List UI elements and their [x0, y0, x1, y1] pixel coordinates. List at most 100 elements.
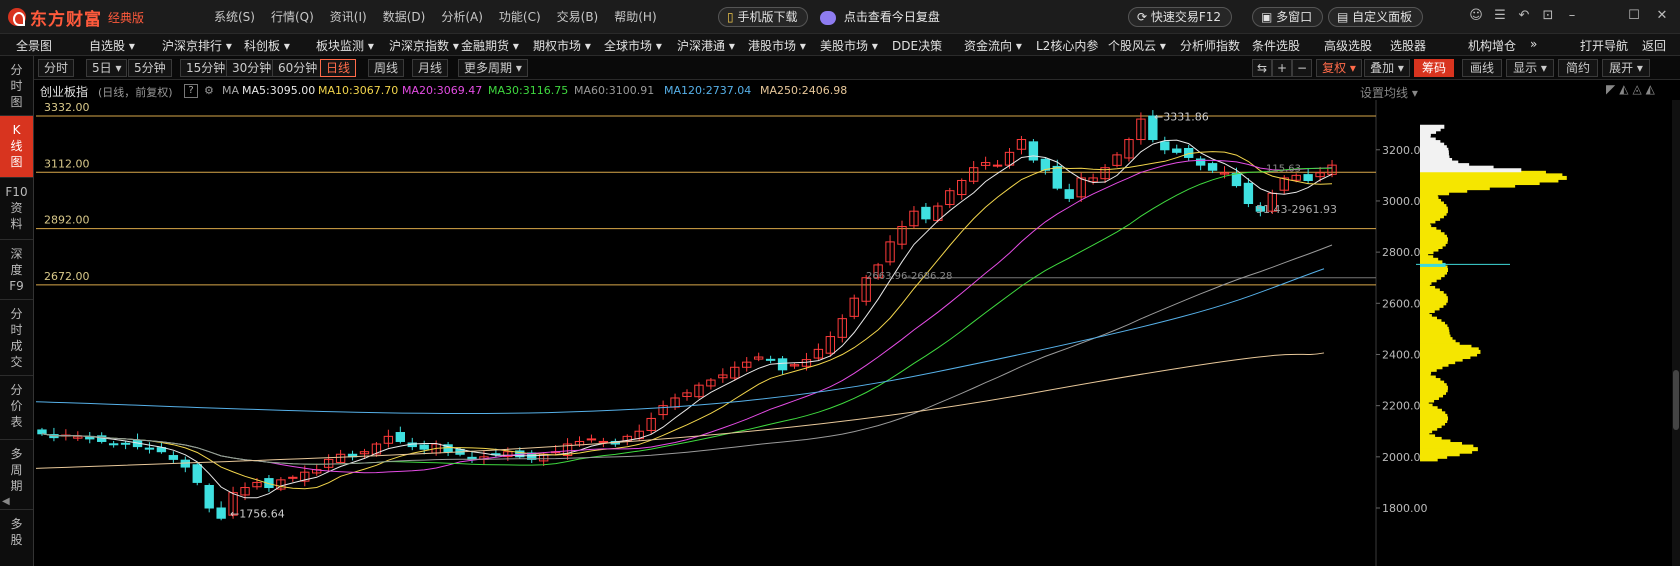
nav-sector-monitor[interactable]: 板块监测 ▾ [316, 37, 374, 54]
ma20-line [41, 159, 1333, 474]
nav-connect[interactable]: 沪深港通 ▾ [677, 37, 735, 54]
display-select[interactable]: 显示 ▾ [1506, 59, 1554, 77]
multi-window-button[interactable]: ▣ 多窗口 [1252, 7, 1324, 27]
period-intraday[interactable]: 分时 [38, 59, 75, 77]
maximize-icon[interactable]: ☐ [1624, 8, 1644, 24]
menu-help[interactable]: 帮助(H) [606, 8, 664, 26]
nav-screener[interactable]: 选股器 [1390, 37, 1426, 54]
scroll-thumb[interactable] [1673, 370, 1679, 430]
menu-system[interactable]: 系统(S) [206, 8, 263, 26]
period-5min[interactable]: 5分钟 [128, 59, 172, 77]
period-5day[interactable]: 5日 ▾ [86, 59, 128, 77]
sidebar-kline[interactable]: K 线 图 [0, 116, 33, 178]
main-menu: 系统(S) 行情(Q) 资讯(I) 数据(D) 分析(A) 功能(C) 交易(B… [206, 8, 665, 26]
fit-icon[interactable]: ⇆ [1252, 59, 1272, 77]
candle-body [598, 440, 609, 443]
menu-icon[interactable]: ☰ [1490, 8, 1510, 24]
zoom-in-icon[interactable]: + [1272, 59, 1292, 77]
simple-button[interactable]: 简约 [1558, 59, 1598, 77]
period-daily[interactable]: 日线 [320, 59, 357, 77]
expand-select[interactable]: 展开 ▾ [1602, 59, 1650, 77]
nav-condition[interactable]: 条件选股 [1252, 37, 1300, 54]
draw-line-button[interactable]: 画线 [1462, 59, 1502, 77]
user-icon[interactable]: ☺ [1466, 8, 1486, 24]
chips-button[interactable]: 筹码 [1414, 59, 1454, 77]
period-more[interactable]: 更多周期 ▾ [458, 59, 528, 77]
candle-body [992, 164, 1003, 167]
kline-chart[interactable]: 3332.003112.002892.002672.003200.003000.… [34, 100, 1672, 566]
menu-quote[interactable]: 行情(Q) [263, 8, 322, 26]
candle-body [1243, 182, 1254, 205]
quick-trade-button[interactable]: ⟳ 快速交易F12 [1128, 7, 1233, 27]
small-annotation: 115.63 [1266, 164, 1301, 175]
nav-bar: 全景图 自选股 ▾ 沪深京排行 ▾ 科创板 ▾ 板块监测 ▾ 沪深京指数 ▾ 金… [0, 34, 1680, 56]
sidebar-price-table[interactable]: 分 价 表 [0, 376, 33, 440]
window-icon: ▣ [1261, 10, 1273, 24]
sidebar-f10[interactable]: F10 资 料 [0, 178, 33, 240]
candle-body [1052, 165, 1062, 189]
set-ma-button[interactable]: 设置均线 ▾ [1360, 84, 1418, 101]
nav-more[interactable]: » [1530, 37, 1537, 51]
candle-body [204, 484, 214, 509]
nav-advanced[interactable]: 高级选股 [1324, 37, 1372, 54]
nav-fin-futures[interactable]: 金融期货 ▾ [461, 37, 519, 54]
nav-index[interactable]: 沪深京指数 ▾ [389, 37, 459, 54]
settings-icon[interactable]: ⚙ [204, 84, 214, 97]
sidebar-intraday[interactable]: 分 时 图 [0, 56, 33, 116]
candle-body [1303, 174, 1313, 181]
nav-watchlist[interactable]: 自选股 ▾ [89, 37, 135, 54]
period-30min[interactable]: 30分钟 [226, 59, 278, 77]
nav-panorama[interactable]: 全景图 [16, 37, 52, 54]
review-today-link[interactable]: 点击查看今日复盘 [820, 8, 940, 26]
close-icon[interactable]: ✕ [1652, 8, 1672, 24]
help-icon[interactable]: ? [184, 84, 198, 98]
menu-info[interactable]: 资讯(I) [322, 8, 375, 26]
nav-ranking[interactable]: 沪深京排行 ▾ [162, 37, 232, 54]
mobile-download-button[interactable]: ▯ 手机版下载 [718, 7, 809, 27]
period-weekly[interactable]: 周线 [368, 59, 405, 77]
ma5-value: MA5:3095.00 [242, 84, 316, 97]
ma60-value: MA60:3100.91 [574, 84, 655, 97]
sidebar-multi-stock[interactable]: 多 股 [0, 510, 33, 566]
menu-data[interactable]: 数据(D) [375, 8, 434, 26]
nav-analyst[interactable]: 分析师指数 [1180, 37, 1240, 54]
period-60min[interactable]: 60分钟 [272, 59, 324, 77]
skin-icon[interactable]: ⊡ [1538, 8, 1558, 24]
candle-body [777, 358, 788, 371]
chart-mode-icons[interactable]: ◤◭◬◭ [1606, 82, 1659, 96]
nav-us[interactable]: 美股市场 ▾ [820, 37, 878, 54]
nav-inst[interactable]: 机构增仓 [1468, 37, 1516, 54]
vertical-scrollbar[interactable] [1672, 100, 1680, 566]
collapse-left-icon[interactable]: ◀ [2, 496, 10, 507]
candle-body [37, 429, 47, 435]
candle-body [1172, 148, 1182, 153]
candle-body [108, 443, 119, 446]
nav-options[interactable]: 期权市场 ▾ [533, 37, 591, 54]
nav-back[interactable]: 返回 [1642, 37, 1666, 54]
nav-hk[interactable]: 港股市场 ▾ [748, 37, 806, 54]
period-15min[interactable]: 15分钟 [180, 59, 232, 77]
menu-analysis[interactable]: 分析(A) [433, 8, 491, 26]
nav-open-guide[interactable]: 打开导航 [1580, 37, 1628, 54]
overlay-select[interactable]: 叠加 ▾ [1364, 59, 1410, 77]
nav-star-market[interactable]: 科创板 ▾ [244, 37, 290, 54]
minimize-icon[interactable]: – [1562, 8, 1582, 24]
candle-body [1160, 141, 1170, 151]
ma20-value: MA20:3069.47 [402, 84, 483, 97]
fuquan-select[interactable]: 复权 ▾ [1316, 59, 1362, 77]
nav-fund-flow[interactable]: 资金流向 ▾ [964, 37, 1022, 54]
y-tick-label: 1800.00 [1382, 502, 1428, 515]
undo-icon[interactable]: ↶ [1514, 8, 1534, 24]
nav-l2[interactable]: L2核心内参 [1036, 37, 1098, 54]
zoom-out-icon[interactable]: − [1292, 59, 1312, 77]
menu-trade[interactable]: 交易(B) [549, 8, 607, 26]
nav-global[interactable]: 全球市场 ▾ [604, 37, 662, 54]
menu-function[interactable]: 功能(C) [491, 8, 549, 26]
sidebar-trades[interactable]: 分 时 成 交 [0, 300, 33, 376]
custom-panel-button[interactable]: ▤ 自定义面板 [1328, 7, 1424, 27]
nav-stock-cloud[interactable]: 个股风云 ▾ [1108, 37, 1166, 54]
nav-dde[interactable]: DDE决策 [892, 37, 942, 54]
period-monthly[interactable]: 月线 [412, 59, 449, 77]
candle-body [921, 206, 931, 220]
sidebar-f9[interactable]: 深 度 F9 [0, 240, 33, 300]
